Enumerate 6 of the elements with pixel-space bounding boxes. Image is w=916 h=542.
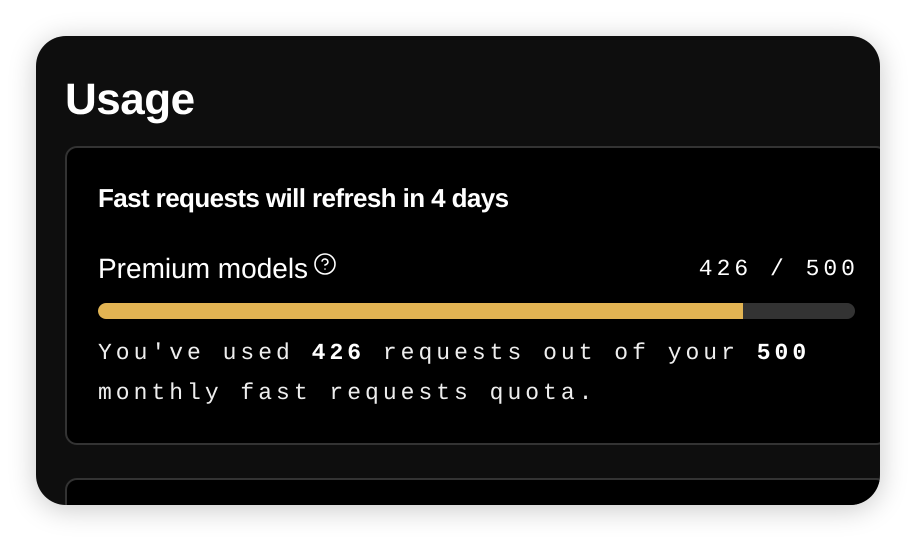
meter-label: Premium models xyxy=(98,252,308,286)
usage-description: You've used 426 requests out of your 500 monthly fast requests quota. xyxy=(98,339,812,408)
usage-count: 426 / 500 xyxy=(698,255,859,284)
help-icon[interactable] xyxy=(313,252,338,276)
page-title: Usage xyxy=(65,74,196,126)
card-heading: Fast requests will refresh in 4 days xyxy=(98,182,510,214)
